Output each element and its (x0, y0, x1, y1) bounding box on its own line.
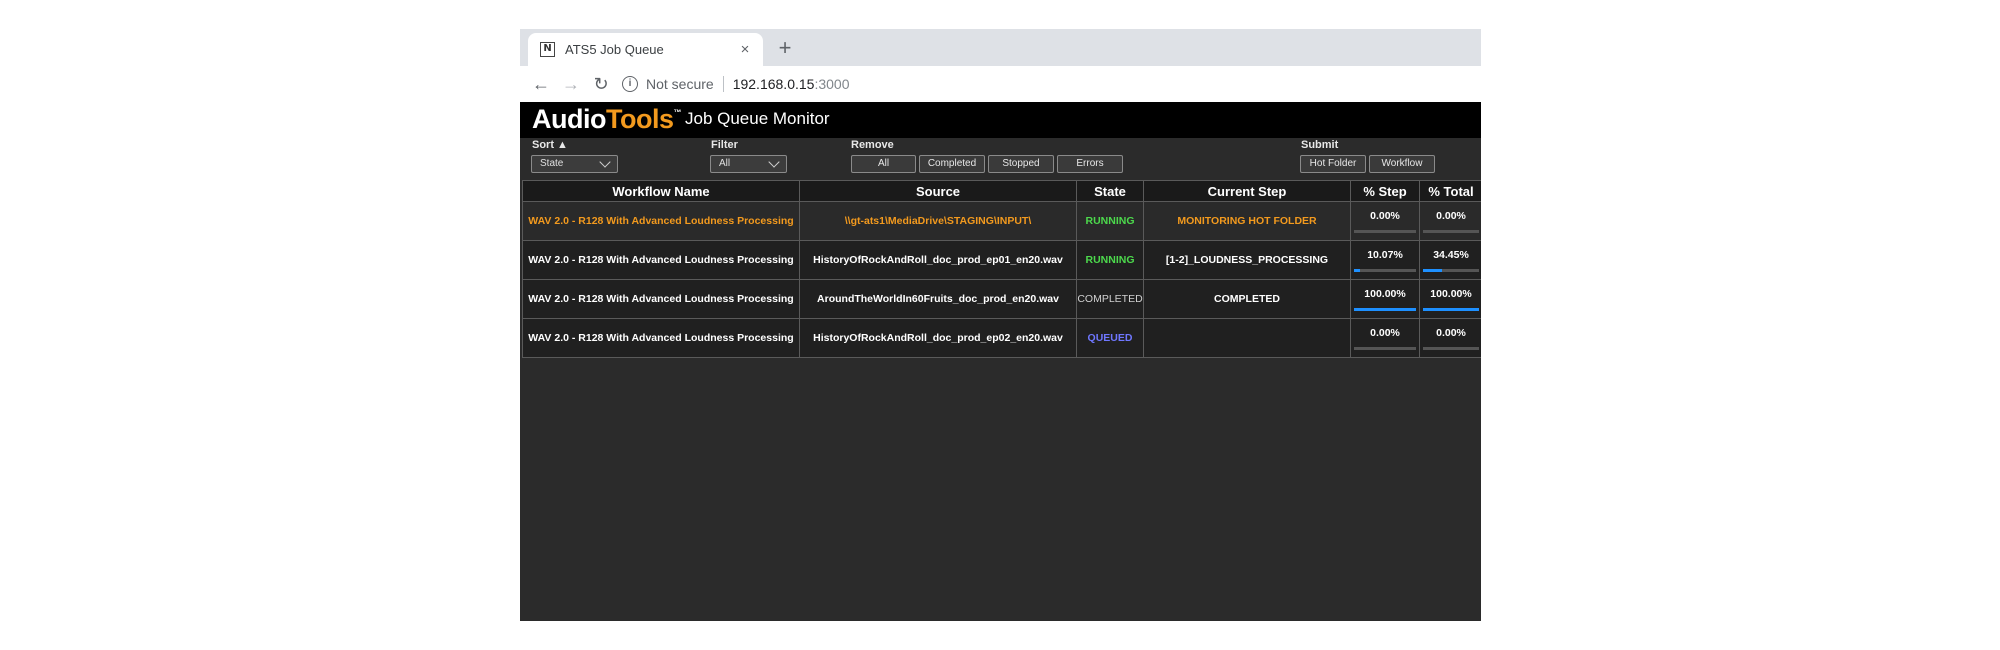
new-tab-icon[interactable]: + (772, 36, 798, 62)
reload-icon[interactable]: ↻ (586, 69, 616, 99)
current-step-cell (1143, 318, 1351, 358)
pct-total-value: 0.00% (1436, 210, 1466, 222)
submit-hot-folder-button[interactable]: Hot Folder (1300, 155, 1366, 173)
header-source[interactable]: Source (799, 180, 1077, 202)
pct-step-value: 100.00% (1364, 288, 1406, 300)
pct-total-value: 100.00% (1430, 288, 1472, 300)
table-row[interactable]: WAV 2.0 - R128 With Advanced Loudness Pr… (522, 201, 1481, 241)
state-cell: QUEUED (1076, 318, 1144, 358)
pct-step-cell: 100.00% (1350, 279, 1420, 319)
site-favicon-icon: N (540, 42, 555, 57)
tab-strip: N ATS5 Job Queue × + (520, 29, 1481, 66)
not-secure-label: Not secure (646, 76, 714, 92)
header-pct-total[interactable]: % Total (1419, 180, 1481, 202)
audiotools-logo: AudioTools™ (532, 104, 681, 134)
workflow-name-cell: WAV 2.0 - R128 With Advanced Loudness Pr… (522, 240, 800, 280)
step-progress-bar (1354, 230, 1416, 233)
current-step-cell: MONITORING HOT FOLDER (1143, 201, 1351, 241)
pct-step-value: 0.00% (1370, 210, 1400, 222)
url-host: 192.168.0.15 (732, 76, 815, 92)
forward-arrow-icon[interactable]: → (556, 69, 586, 99)
remove-label: Remove (851, 139, 894, 151)
pct-step-value: 10.07% (1367, 249, 1403, 261)
state-cell: RUNNING (1076, 240, 1144, 280)
pct-step-cell: 10.07% (1350, 240, 1420, 280)
workflow-name-cell: WAV 2.0 - R128 With Advanced Loudness Pr… (522, 279, 800, 319)
pct-total-value: 34.45% (1433, 249, 1469, 261)
close-icon[interactable]: × (735, 41, 755, 58)
remove-errors-button[interactable]: Errors (1057, 155, 1123, 173)
chevron-down-icon (768, 156, 780, 168)
submit-workflow-button[interactable]: Workflow (1369, 155, 1435, 173)
source-cell: HistoryOfRockAndRoll_doc_prod_ep01_en20.… (799, 240, 1077, 280)
total-progress-bar (1423, 308, 1479, 311)
browser-toolbar: ← → ↻ i Not secure 192.168.0.15:3000 (520, 66, 1481, 102)
page-title: Job Queue Monitor (685, 109, 830, 128)
controls-bar: Sort ▲ State Filter All Remove All Compl… (520, 138, 1481, 180)
current-step-cell: COMPLETED (1143, 279, 1351, 319)
table-row[interactable]: WAV 2.0 - R128 With Advanced Loudness Pr… (522, 279, 1481, 319)
table-row[interactable]: WAV 2.0 - R128 With Advanced Loudness Pr… (522, 318, 1481, 358)
remove-completed-button[interactable]: Completed (919, 155, 985, 173)
total-progress-bar (1423, 347, 1479, 350)
pct-total-cell: 34.45% (1419, 240, 1481, 280)
browser-window: N ATS5 Job Queue × + ← → ↻ i Not secure … (520, 29, 1481, 621)
job-queue-table: Workflow Name Source State Current Step … (522, 180, 1481, 358)
sort-select-value: State (540, 158, 564, 169)
total-progress-bar (1423, 269, 1479, 272)
table-row[interactable]: WAV 2.0 - R128 With Advanced Loudness Pr… (522, 240, 1481, 280)
sort-select[interactable]: State (531, 155, 618, 173)
source-cell: HistoryOfRockAndRoll_doc_prod_ep02_en20.… (799, 318, 1077, 358)
submit-label: Submit (1301, 139, 1339, 151)
current-step-cell: [1-2]_LOUDNESS_PROCESSING (1143, 240, 1351, 280)
filter-select-value: All (719, 158, 731, 169)
step-progress-bar (1354, 347, 1416, 350)
filter-select[interactable]: All (710, 155, 787, 173)
state-cell: RUNNING (1076, 201, 1144, 241)
pct-step-value: 0.00% (1370, 327, 1400, 339)
pct-total-value: 0.00% (1436, 327, 1466, 339)
header-state[interactable]: State (1076, 180, 1144, 202)
job-queue-app: AudioTools™ Job Queue Monitor Sort ▲ Sta… (520, 102, 1481, 621)
pct-total-cell: 0.00% (1419, 201, 1481, 241)
workflow-name-cell: WAV 2.0 - R128 With Advanced Loudness Pr… (522, 201, 800, 241)
address-bar[interactable]: i Not secure 192.168.0.15:3000 (622, 69, 850, 99)
url-port: :3000 (814, 76, 850, 92)
back-arrow-icon[interactable]: ← (526, 69, 556, 99)
step-progress-bar (1354, 308, 1416, 311)
pct-total-cell: 0.00% (1419, 318, 1481, 358)
pct-step-cell: 0.00% (1350, 201, 1420, 241)
tab-ats5-job-queue[interactable]: N ATS5 Job Queue × (528, 33, 763, 66)
header-pct-step[interactable]: % Step (1350, 180, 1420, 202)
state-cell: COMPLETED (1076, 279, 1144, 319)
chevron-down-icon (599, 156, 611, 168)
pct-step-cell: 0.00% (1350, 318, 1420, 358)
total-progress-bar (1423, 230, 1479, 233)
info-icon[interactable]: i (622, 76, 638, 92)
header-current-step[interactable]: Current Step (1143, 180, 1351, 202)
address-divider (722, 76, 724, 92)
source-cell: AroundTheWorldIn60Fruits_doc_prod_en20.w… (799, 279, 1077, 319)
header-workflow-name[interactable]: Workflow Name (522, 180, 800, 202)
remove-stopped-button[interactable]: Stopped (988, 155, 1054, 173)
workflow-name-cell: WAV 2.0 - R128 With Advanced Loudness Pr… (522, 318, 800, 358)
table-header-row: Workflow Name Source State Current Step … (522, 180, 1481, 202)
pct-total-cell: 100.00% (1419, 279, 1481, 319)
step-progress-bar (1354, 269, 1416, 272)
app-header: AudioTools™ Job Queue Monitor (520, 102, 1481, 138)
filter-label: Filter (711, 139, 738, 151)
tab-title: ATS5 Job Queue (565, 42, 664, 57)
source-cell: \\gt-ats1\MediaDrive\STAGING\INPUT\ (799, 201, 1077, 241)
remove-all-button[interactable]: All (851, 155, 916, 173)
sort-label: Sort ▲ (532, 139, 568, 151)
